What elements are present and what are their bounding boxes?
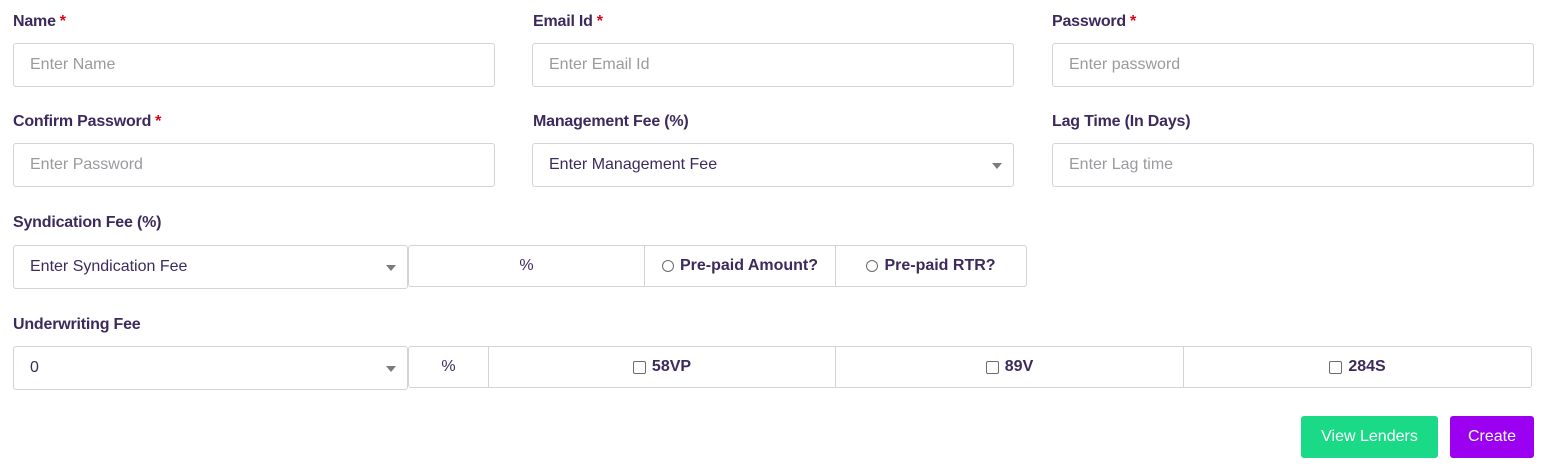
prepaid-amount-option[interactable]: Pre-paid Amount? [644, 245, 836, 287]
chevron-down-icon [386, 366, 396, 372]
percent-unit: % [441, 358, 456, 375]
underwriting-fee-label: Underwriting Fee [13, 316, 141, 333]
confirm-password-label: Confirm Password * [13, 113, 162, 130]
name-label: Name * [13, 13, 66, 30]
option-58vp[interactable]: 58VP [488, 346, 836, 388]
option-58vp-label: 58VP [651, 358, 692, 375]
name-input[interactable] [13, 43, 495, 87]
syndication-fee-value: Enter Syndication Fee [30, 258, 188, 275]
radio-button[interactable] [866, 260, 879, 272]
underwriting-percent-addon: % [408, 346, 489, 388]
management-fee-select[interactable]: Enter Management Fee [532, 143, 1014, 187]
email-label: Email Id * [533, 13, 603, 30]
required-mark: * [1130, 13, 1137, 30]
checkbox[interactable] [632, 360, 646, 374]
prepaid-rtr-option[interactable]: Pre-paid RTR? [835, 245, 1027, 287]
password-input[interactable] [1052, 43, 1534, 87]
option-284s-label: 284S [1348, 358, 1386, 375]
underwriting-fee-value: 0 [30, 359, 39, 376]
syndication-fee-select[interactable]: Enter Syndication Fee [13, 245, 408, 289]
required-mark: * [596, 13, 603, 30]
password-label: Password * [1052, 13, 1137, 30]
option-284s[interactable]: 284S [1183, 346, 1532, 388]
lag-time-label: Lag Time (In Days) [1052, 113, 1191, 130]
prepaid-amount-label: Pre-paid Amount? [679, 257, 819, 274]
option-89v[interactable]: 89V [835, 346, 1184, 388]
radio-button[interactable] [661, 260, 674, 272]
percent-unit: % [519, 257, 534, 274]
management-fee-label: Management Fee (%) [533, 113, 689, 130]
create-button[interactable]: Create [1450, 416, 1534, 458]
management-fee-value: Enter Management Fee [549, 156, 718, 173]
email-input[interactable] [532, 43, 1014, 87]
checkbox[interactable] [985, 360, 999, 374]
lag-time-input[interactable] [1052, 143, 1534, 187]
view-lenders-button[interactable]: View Lenders [1301, 416, 1438, 458]
chevron-down-icon [386, 265, 396, 271]
required-mark: * [59, 13, 66, 30]
underwriting-fee-select[interactable]: 0 [13, 346, 408, 390]
syndication-percent-addon: % [408, 245, 645, 287]
checkbox[interactable] [1329, 360, 1343, 374]
required-mark: * [155, 113, 162, 130]
chevron-down-icon [992, 163, 1002, 169]
confirm-password-input[interactable] [13, 143, 495, 187]
syndication-fee-label: Syndication Fee (%) [13, 214, 162, 231]
option-89v-label: 89V [1004, 358, 1034, 375]
prepaid-rtr-label: Pre-paid RTR? [884, 257, 996, 274]
